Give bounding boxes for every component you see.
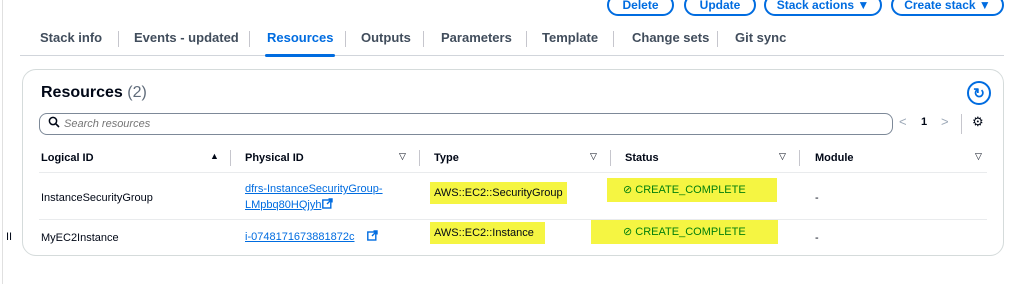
tab-stack-info[interactable]: Stack info (40, 22, 102, 56)
search-icon (48, 116, 60, 131)
tab-change-sets[interactable]: Change sets (632, 22, 709, 56)
column-divider[interactable] (419, 150, 420, 166)
tab-git-sync[interactable]: Git sync (735, 22, 786, 56)
panel-title-text: Resources (41, 84, 123, 101)
row-module: - (815, 232, 819, 244)
tab-divider (717, 31, 718, 47)
create-stack-button[interactable]: Create stack ▼ (891, 0, 1004, 16)
physical-id-link[interactable]: i-0748171673881872c (245, 231, 355, 243)
external-link-icon[interactable] (367, 230, 378, 244)
column-header-physical-id[interactable]: Physical ID (245, 152, 304, 164)
search-input[interactable] (64, 116, 884, 132)
row-module: - (815, 192, 819, 204)
tab-parameters[interactable]: Parameters (441, 22, 512, 56)
column-header-module[interactable]: Module (815, 152, 854, 164)
tab-outputs[interactable]: Outputs (361, 22, 411, 56)
status-badge: ⊘ CREATE_COMPLETE (591, 220, 778, 244)
column-header-logical-id[interactable]: Logical ID (41, 152, 94, 164)
sort-icon[interactable]: ▽ (590, 151, 597, 162)
row-type: AWS::EC2::Instance (430, 222, 545, 244)
physical-id-link[interactable]: LMpbq80HQjyh (245, 199, 321, 211)
column-header-type[interactable]: Type (434, 152, 459, 164)
row-logical-id: InstanceSecurityGroup (41, 192, 153, 204)
tab-divider (423, 31, 424, 47)
tab-divider (345, 31, 346, 47)
row-status: ⊘ CREATE_COMPLETE (607, 178, 777, 202)
column-divider[interactable] (799, 150, 800, 166)
drag-handle[interactable]: II (6, 231, 12, 243)
search-box (39, 113, 893, 135)
tab-divider (526, 31, 527, 47)
tab-resources[interactable]: Resources (264, 22, 336, 57)
left-edge-line (2, 0, 3, 284)
type-highlight: AWS::EC2::Instance (430, 222, 545, 244)
row-type: AWS::EC2::SecurityGroup (430, 182, 567, 204)
page-number[interactable]: 1 (921, 116, 927, 128)
resources-panel: Resources (2) ↻ < 1 > ⚙ Logical ID ▲ Phy… (22, 69, 1004, 256)
column-divider[interactable] (610, 150, 611, 166)
stack-actions-button[interactable]: Stack actions ▼ (764, 0, 882, 16)
previous-page-icon[interactable]: < (899, 114, 907, 129)
sort-icon[interactable]: ▽ (399, 151, 406, 162)
column-header-status[interactable]: Status (625, 152, 659, 164)
header-divider (39, 172, 987, 173)
tab-divider (249, 31, 250, 47)
status-badge: ⊘ CREATE_COMPLETE (607, 178, 777, 202)
row-status: ⊘ CREATE_COMPLETE (591, 220, 778, 244)
row-divider (39, 219, 987, 220)
update-button[interactable]: Update (684, 0, 756, 16)
tab-bar: Stack info Events - updated Resources Ou… (20, 22, 1004, 57)
tab-divider (118, 31, 119, 47)
delete-button[interactable]: Delete (607, 0, 674, 16)
refresh-icon[interactable]: ↻ (967, 81, 991, 105)
external-link-icon[interactable] (322, 198, 333, 212)
panel-title: Resources (2) (41, 84, 147, 102)
tab-events[interactable]: Events - updated (134, 22, 239, 56)
settings-icon[interactable]: ⚙ (972, 114, 984, 130)
resource-count: (2) (127, 84, 147, 101)
next-page-icon[interactable]: > (941, 114, 949, 129)
header-actions: Delete Update Stack actions ▼ Create sta… (0, 0, 1024, 16)
column-divider[interactable] (230, 150, 231, 166)
type-highlight: AWS::EC2::SecurityGroup (430, 182, 567, 204)
pagination: < 1 > ⚙ (899, 114, 989, 134)
pagination-divider (961, 114, 962, 134)
tab-divider (613, 31, 614, 47)
physical-id-link[interactable]: dfrs-InstanceSecurityGroup- (245, 183, 383, 195)
tab-template[interactable]: Template (542, 22, 598, 56)
sort-icon[interactable]: ▽ (779, 151, 786, 162)
row-logical-id: MyEC2Instance (41, 232, 119, 244)
sort-icon[interactable]: ▽ (975, 151, 982, 162)
sort-ascending-icon[interactable]: ▲ (210, 151, 219, 161)
